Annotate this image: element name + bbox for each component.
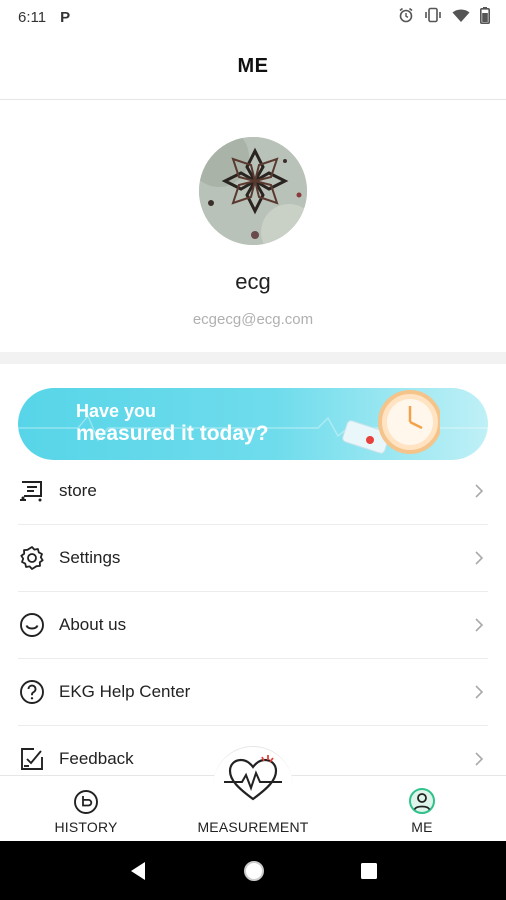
page-title: ME <box>237 55 269 77</box>
vibrate-icon <box>424 7 442 27</box>
wifi-icon <box>452 8 470 27</box>
menu-item-label: About us <box>59 615 127 634</box>
feedback-icon <box>18 745 46 773</box>
status-time: 6:11 <box>18 8 47 26</box>
chevron-right-icon <box>475 618 484 632</box>
history-icon <box>74 790 98 814</box>
recents-icon[interactable] <box>359 861 379 881</box>
store-icon <box>18 477 46 505</box>
username: ecg <box>235 269 271 294</box>
home-icon[interactable] <box>242 859 266 883</box>
avatar[interactable] <box>199 137 307 245</box>
gear-icon <box>18 544 46 572</box>
heart-ecg-icon[interactable] <box>222 755 284 805</box>
battery-icon <box>480 6 490 28</box>
android-navigation-bar <box>0 841 506 900</box>
smile-icon <box>18 611 46 639</box>
tab-history[interactable]: HISTORY <box>44 776 128 842</box>
me-profile-icon <box>409 788 435 814</box>
status-bar: 6:11 P <box>0 0 506 34</box>
menu-item-ekg-help-center[interactable]: EKG Help Center <box>18 659 488 726</box>
parking-app-icon: P <box>60 8 71 26</box>
help-icon <box>18 678 46 706</box>
chevron-right-icon <box>475 551 484 565</box>
menu-item-settings[interactable]: Settings <box>18 525 488 592</box>
menu-item-label: EKG Help Center <box>59 682 191 701</box>
menu-item-about-us[interactable]: About us <box>18 592 488 659</box>
menu-item-store[interactable]: store <box>18 458 488 525</box>
banner-text: Have you measured it today? <box>76 402 269 444</box>
banner-line2: measured it today? <box>76 422 269 445</box>
app-header: ME <box>0 34 506 100</box>
chevron-right-icon <box>475 685 484 699</box>
measure-reminder-banner[interactable]: Have you measured it today? <box>18 388 488 460</box>
back-icon[interactable] <box>127 860 149 882</box>
banner-line1: Have you <box>76 401 157 421</box>
user-email: ecgecg@ecg.com <box>192 311 314 328</box>
tab-me[interactable]: ME <box>394 776 450 842</box>
chevron-right-icon <box>475 752 484 766</box>
alarm-icon <box>398 7 414 27</box>
menu-item-label: store <box>59 481 97 500</box>
chevron-right-icon <box>475 484 484 498</box>
menu-list: store Settings About us EKG Help Center … <box>18 458 488 793</box>
menu-item-label: Settings <box>59 548 121 567</box>
clock-phone-illustration <box>342 390 440 454</box>
profile-section: ecg ecgecg@ecg.com <box>0 100 506 352</box>
tab-me-label: ME <box>411 819 433 835</box>
section-divider <box>0 352 506 364</box>
tab-history-label: HISTORY <box>54 819 118 835</box>
tab-measurement-label: MEASUREMENT <box>197 819 309 835</box>
